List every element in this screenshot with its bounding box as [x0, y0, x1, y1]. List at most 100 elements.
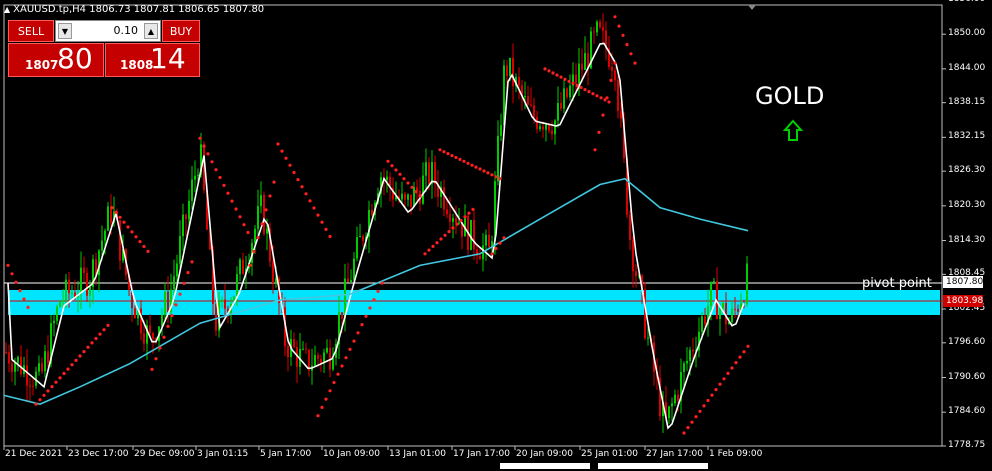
parabolic-sar-dot [178, 292, 182, 296]
parabolic-sar-dot [467, 211, 471, 215]
candle-body [314, 355, 316, 366]
parabolic-sar-dot [702, 404, 706, 408]
parabolic-sar-dot [583, 88, 587, 92]
candle-body [20, 356, 22, 375]
parabolic-sar-dot [738, 355, 742, 359]
candle-body [536, 117, 538, 129]
candle-body [41, 363, 43, 372]
candle-body [575, 74, 577, 84]
parabolic-sar-dot [439, 237, 443, 241]
candle-body [341, 312, 343, 319]
price-tick-label: 1844.00 [948, 62, 986, 73]
candle-body [11, 363, 13, 372]
parabolic-sar-dot [336, 372, 340, 376]
candle-body [731, 308, 733, 322]
candle-body [596, 21, 598, 33]
parabolic-sar-dot [579, 85, 583, 90]
buy-button[interactable]: BUY [162, 20, 200, 42]
parabolic-sar-dot [214, 168, 218, 172]
candle-body [434, 161, 436, 184]
parabolic-sar-dot [94, 336, 98, 341]
candle-body [185, 214, 187, 220]
parabolic-sar-dot [264, 208, 268, 212]
candle-body [350, 280, 352, 283]
candle-body [239, 259, 241, 275]
candle-body [632, 240, 634, 272]
parabolic-sar-dot [344, 356, 348, 360]
candle-body [629, 214, 631, 241]
candle-body [356, 237, 358, 259]
parabolic-sar-dot [202, 144, 206, 148]
collapse-triangle-icon[interactable]: ▲ [4, 5, 10, 14]
scrollbar-segment [500, 463, 590, 469]
parabolic-sar-dot [742, 350, 746, 354]
parabolic-sar-dot [18, 289, 22, 293]
parabolic-sar-dot [288, 163, 292, 167]
parabolic-sar-dot [414, 190, 418, 194]
candle-body [485, 234, 487, 246]
increase-lot-icon[interactable]: ▲ [144, 23, 158, 39]
candle-body [167, 291, 169, 313]
parabolic-sar-dot [601, 113, 605, 117]
candle-body [242, 259, 244, 275]
parabolic-sar-dot [70, 363, 74, 367]
candle-body [221, 299, 223, 303]
candle-body [143, 333, 145, 344]
lot-size-value[interactable]: 0.10 [114, 24, 139, 37]
candle-body [455, 218, 457, 224]
sell-quote[interactable]: 1807 80 [8, 42, 104, 77]
parabolic-sar-dot [734, 361, 738, 365]
lot-size-stepper[interactable]: ▼ 0.10 ▲ [55, 20, 161, 42]
parabolic-sar-dot [174, 303, 178, 307]
parabolic-sar-dot [86, 345, 90, 349]
decrease-lot-icon[interactable]: ▼ [58, 23, 72, 39]
parabolic-sar-dot [633, 61, 637, 65]
candle-body [524, 96, 526, 98]
chart-window[interactable]: ▲ XAUUSD.tp,H4 1806.73 1807.81 1806.65 18… [0, 0, 992, 471]
parabolic-sar-dot [746, 344, 750, 348]
time-tick-label: 17 Jan 17:00 [453, 449, 510, 459]
parabolic-sar-dot [694, 415, 698, 419]
parabolic-sar-dot [320, 220, 324, 224]
time-tick-label: 20 Jan 09:00 [516, 449, 573, 459]
symbol-header: ▲ XAUUSD.tp,H4 1806.73 1807.81 1806.65 18… [4, 4, 264, 15]
parabolic-sar-dot [62, 371, 66, 376]
candle-body [59, 301, 61, 307]
candle-body [194, 175, 196, 180]
candle-body [620, 110, 622, 119]
one-click-trading-panel: SELL ▼ 0.10 ▲ BUY 1807 80 1808 14 [8, 20, 200, 77]
sell-button[interactable]: SELL [8, 20, 54, 42]
parabolic-sar-dot [42, 393, 46, 397]
candle-body [545, 124, 547, 130]
candle-body [44, 351, 46, 372]
candle-body [410, 194, 412, 207]
candle-body [539, 126, 541, 129]
candle-body [701, 316, 703, 332]
parabolic-sar-dot [146, 249, 150, 253]
parabolic-sar-dot [486, 171, 490, 175]
price-tick-label: 1826.30 [948, 165, 986, 176]
parabolic-sar-dot [410, 185, 414, 189]
candle-body [479, 255, 481, 260]
parabolic-sar-dot [198, 136, 202, 140]
parabolic-sar-dot [474, 165, 478, 169]
parabolic-sar-dot [10, 272, 14, 276]
parabolic-sar-dot [629, 52, 633, 56]
time-tick-label: 25 Jan 01:00 [581, 449, 638, 459]
sell-price-small: 1807 [25, 58, 59, 72]
candle-body [287, 346, 289, 358]
parabolic-sar-dot [458, 157, 462, 161]
candle-body [224, 299, 226, 309]
time-tick-label: 5 Jan 17:00 [260, 449, 312, 459]
candle-body [497, 135, 499, 182]
parabolic-sar-dot [38, 398, 42, 402]
buy-quote[interactable]: 1808 14 [105, 42, 200, 77]
candle-body [257, 206, 259, 229]
candle-body [704, 316, 706, 325]
candle-body [422, 175, 424, 204]
parabolic-sar-dot [154, 357, 158, 361]
candle-body [26, 365, 28, 386]
price-tick-label: 1790.60 [948, 371, 986, 382]
fast-moving-average-line [7, 42, 745, 430]
parabolic-sar-dot [272, 180, 276, 184]
